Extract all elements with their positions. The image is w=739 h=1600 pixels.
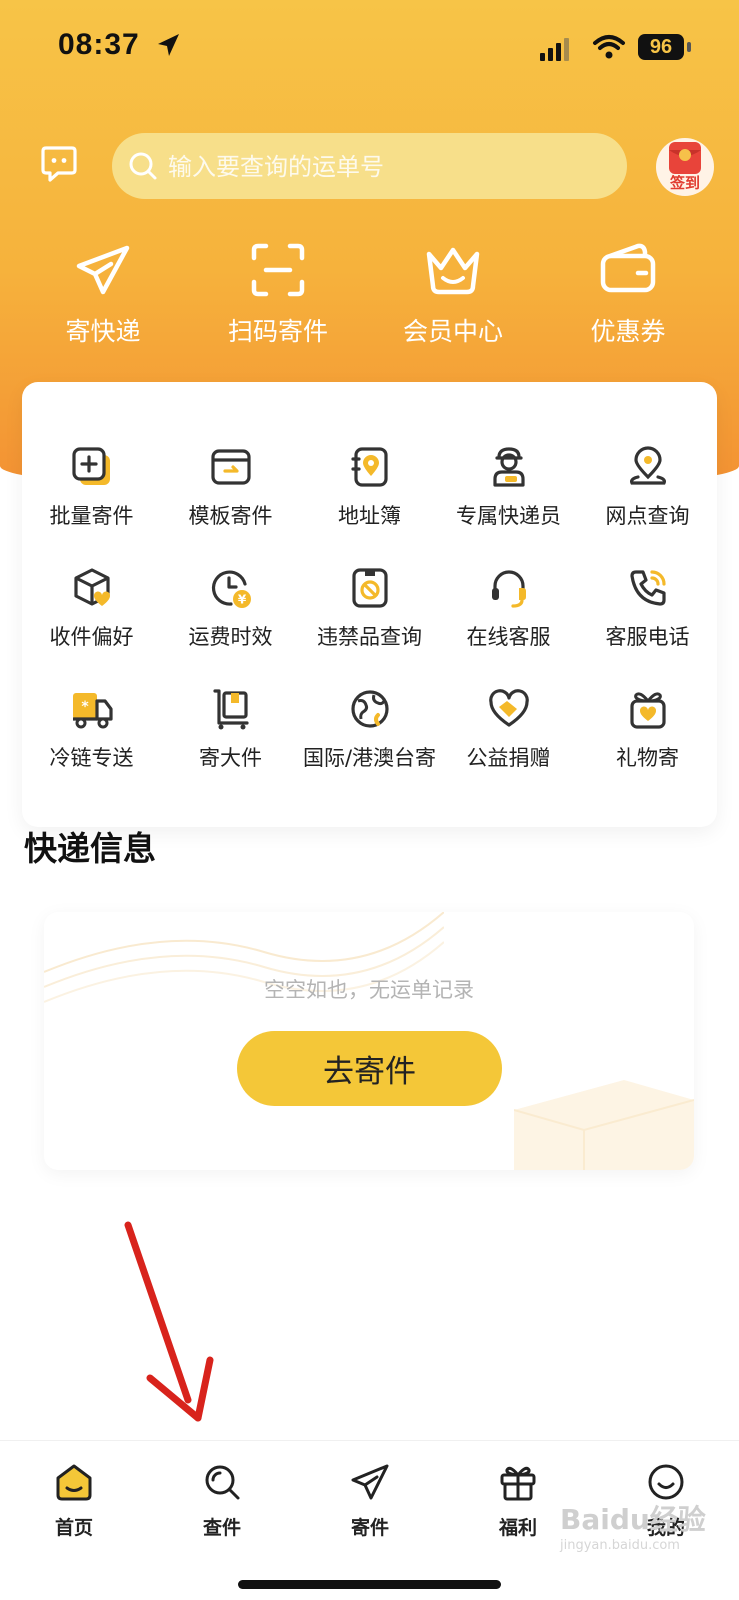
- service-label: 地址簿: [338, 504, 401, 528]
- service-label: 模板寄件: [188, 504, 273, 528]
- watermark-url: jingyan.baidu.com: [560, 1538, 680, 1553]
- smile-icon: [648, 1464, 684, 1500]
- location-arrow-icon: [158, 34, 179, 56]
- headset-icon: [491, 570, 526, 608]
- courier-icon: [492, 447, 525, 487]
- template-icon: [210, 449, 251, 485]
- service-dedicated-courier[interactable]: 专属快递员: [439, 442, 578, 530]
- svg-text:*: *: [81, 699, 89, 715]
- service-label: 冷链专送: [49, 746, 134, 770]
- paper-plane-icon: [76, 245, 130, 295]
- service-label: 寄大件: [199, 746, 262, 770]
- service-label: 批量寄件: [49, 504, 134, 528]
- search-icon: [129, 152, 157, 180]
- service-label: 在线客服: [466, 625, 551, 649]
- crown-icon: [426, 247, 480, 295]
- wifi-icon: [593, 35, 625, 59]
- cart-box-icon: [212, 689, 249, 730]
- service-label: 公益捐赠: [466, 746, 551, 770]
- quick-member-center[interactable]: 会员中心: [368, 238, 538, 348]
- battery-indicator: 96: [638, 34, 684, 60]
- service-address-book[interactable]: 地址簿: [300, 442, 439, 530]
- service-prohibited-query[interactable]: 违禁品查询: [300, 563, 439, 651]
- location-icon: [629, 446, 666, 485]
- batch-send-icon: [71, 447, 110, 485]
- quick-label: 优惠券: [590, 317, 666, 346]
- service-label: 客服电话: [605, 625, 690, 649]
- service-label: 违禁品查询: [317, 625, 422, 649]
- message-icon[interactable]: [40, 145, 78, 185]
- service-batch-send[interactable]: 批量寄件: [22, 442, 161, 530]
- service-international[interactable]: 国际/港澳台寄: [300, 684, 439, 772]
- watermark: Baidu经验 jingyan.baidu.com: [560, 1498, 706, 1553]
- quick-label: 会员中心: [402, 317, 503, 346]
- service-receive-preference[interactable]: 收件偏好: [22, 563, 161, 651]
- cold-truck-icon: *: [72, 693, 113, 729]
- home-indicator[interactable]: [238, 1580, 501, 1589]
- service-gift-send[interactable]: 礼物寄: [578, 684, 717, 772]
- service-label: 网点查询: [605, 504, 690, 528]
- send-icon: [351, 1464, 389, 1500]
- package-heart-icon: [73, 568, 110, 606]
- home-icon: [56, 1464, 92, 1501]
- gift-icon: [629, 692, 666, 729]
- sign-in-label: 签到: [669, 174, 700, 192]
- quick-label: 寄快递: [65, 317, 141, 346]
- quick-send-express[interactable]: 寄快递: [18, 238, 188, 348]
- search-icon: [205, 1465, 240, 1500]
- service-outlet-query[interactable]: 网点查询: [578, 442, 717, 530]
- status-time: 08:37: [58, 28, 140, 61]
- signal-icon: [540, 38, 569, 61]
- quick-coupons[interactable]: 优惠券: [543, 238, 713, 348]
- scan-icon: [251, 243, 305, 297]
- prohibited-icon: [351, 568, 388, 608]
- globe-icon: [350, 690, 389, 728]
- quick-label: 扫码寄件: [227, 317, 328, 346]
- service-cold-chain[interactable]: * 冷链专送: [22, 684, 161, 772]
- charity-heart-icon: [488, 689, 529, 727]
- services-card: 批量寄件 模板寄件 地址簿 专属快递员 网点查询 收件偏好 ¥ 运费时效 违禁品…: [22, 382, 717, 827]
- go-send-button[interactable]: 去寄件: [237, 1031, 502, 1106]
- section-title-express-info: 快递信息: [24, 829, 156, 868]
- phone-icon: [629, 570, 666, 606]
- tab-home[interactable]: 首页: [0, 1459, 148, 1540]
- service-label: 运费时效: [188, 625, 273, 649]
- tab-send[interactable]: 寄件: [296, 1459, 444, 1540]
- svg-text:¥: ¥: [237, 593, 246, 607]
- tab-track[interactable]: 查件: [148, 1459, 296, 1540]
- service-label: 专属快递员: [456, 504, 561, 528]
- service-online-support[interactable]: 在线客服: [439, 563, 578, 651]
- sign-in-button[interactable]: 签到: [656, 138, 714, 196]
- service-label: 礼物寄: [616, 746, 679, 770]
- empty-state-card: 空空如也，无运单记录 去寄件: [44, 912, 694, 1170]
- battery-tip: [687, 42, 691, 52]
- service-label: 国际/港澳台寄: [302, 746, 437, 770]
- box-decoration: [514, 1080, 694, 1170]
- address-book-icon: [350, 447, 388, 487]
- tab-label: 首页: [54, 1517, 93, 1539]
- clock-yen-icon: ¥: [211, 570, 251, 608]
- empty-state-text: 空空如也，无运单记录: [264, 978, 474, 1002]
- service-large-item[interactable]: 寄大件: [161, 684, 300, 772]
- quick-scan-send[interactable]: 扫码寄件: [193, 238, 363, 348]
- service-template-send[interactable]: 模板寄件: [161, 442, 300, 530]
- gift-icon: [500, 1466, 536, 1501]
- status-bar: 08:37 96: [0, 28, 739, 72]
- service-charity[interactable]: 公益捐赠: [439, 684, 578, 772]
- search-input[interactable]: [166, 133, 610, 201]
- watermark-brand: Baidu经验: [560, 1503, 706, 1536]
- wallet-icon: [600, 243, 656, 293]
- quick-actions: 寄快递 扫码寄件 会员中心 优惠券: [0, 238, 739, 348]
- tab-label: 寄件: [350, 1517, 389, 1539]
- tab-label: 查件: [202, 1517, 241, 1539]
- search-bar[interactable]: [112, 133, 627, 201]
- service-hotline[interactable]: 客服电话: [578, 563, 717, 651]
- service-label: 收件偏好: [49, 625, 134, 649]
- service-freight-time[interactable]: ¥ 运费时效: [161, 563, 300, 651]
- red-envelope-icon: [669, 142, 701, 174]
